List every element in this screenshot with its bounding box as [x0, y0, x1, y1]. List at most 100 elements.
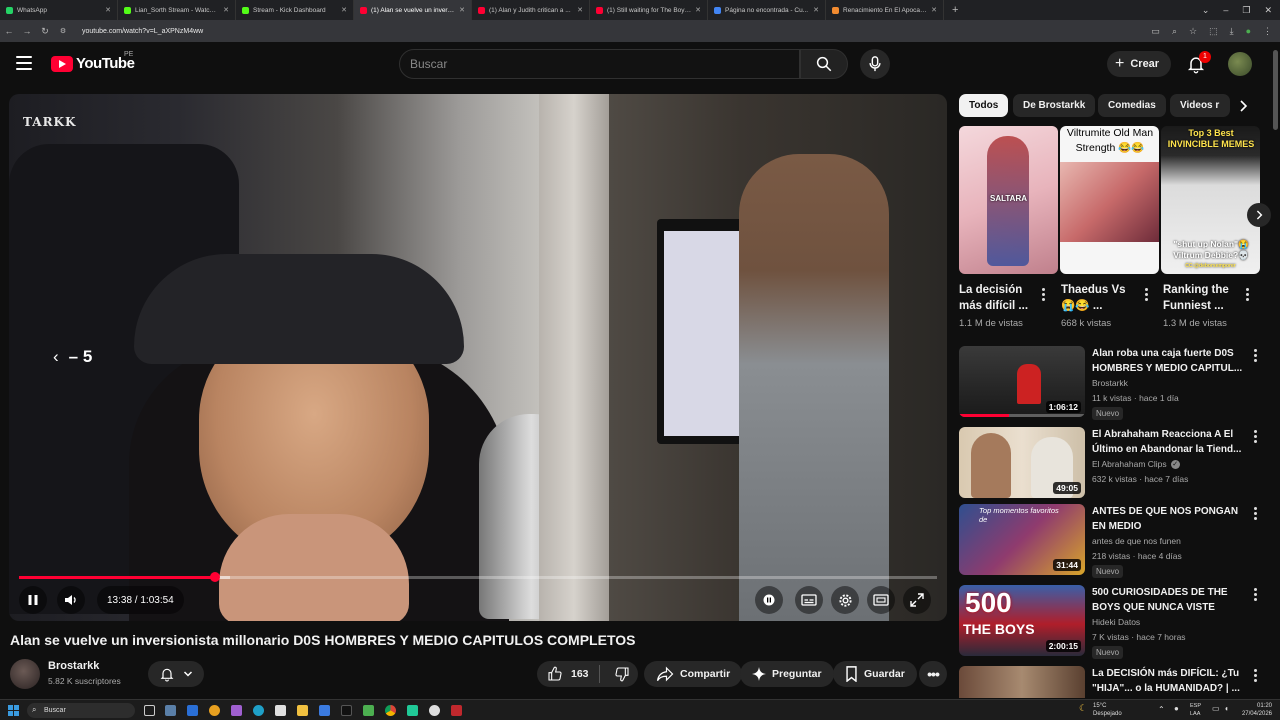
app-icon[interactable] — [209, 705, 220, 716]
channel-avatar[interactable] — [10, 659, 40, 689]
task-view-icon[interactable] — [144, 705, 155, 716]
video-thumbnail[interactable]: 49:05 — [959, 427, 1085, 498]
mute-button[interactable] — [57, 586, 85, 614]
video-thumbnail[interactable]: 1:06:12 — [959, 346, 1085, 417]
profile-icon[interactable]: ● — [1246, 26, 1251, 36]
tab-close-icon[interactable]: ✕ — [459, 6, 465, 14]
browser-tab[interactable]: Página no encontrada - Cu... ✕ — [708, 0, 826, 20]
share-button[interactable]: Compartir — [644, 661, 743, 687]
search-input[interactable]: Buscar — [399, 49, 800, 79]
browser-tab[interactable]: Lian_Sorth Stream - Watch Live... ✕ — [118, 0, 236, 20]
chip-comedias[interactable]: Comedias — [1098, 94, 1166, 117]
extensions-icon[interactable]: ⬚ — [1209, 26, 1218, 37]
video-thumbnail[interactable]: 500 THE BOYS 2:00:15 — [959, 585, 1085, 656]
search-button[interactable] — [800, 49, 848, 79]
short-title[interactable]: La decisión más difícil ... — [959, 282, 1035, 314]
subtitles-button[interactable] — [795, 586, 823, 614]
video-thumbnail[interactable] — [959, 666, 1085, 698]
video-title-link[interactable]: La DECISIÓN más DIFÍCIL: ¿Tu "HIJA"... o… — [1092, 666, 1244, 697]
like-button[interactable]: 163 — [537, 665, 600, 683]
video-player[interactable]: TARKK ‹ – 5 13:38 / 1:03:54 — [9, 94, 947, 621]
app-icon[interactable] — [231, 705, 242, 716]
channel-name[interactable]: Brostarkk — [48, 660, 99, 672]
video-menu-icon[interactable] — [1254, 507, 1258, 522]
bookmark-star-icon[interactable]: ☆ — [1189, 26, 1197, 37]
browser-tab[interactable]: Renacimiento En El Apocalipsis... ✕ — [826, 0, 944, 20]
network-icon[interactable]: ▭ — [1212, 704, 1220, 713]
url-field[interactable]: youtube.com/watch?v=L_aXPNzM4ww — [82, 28, 203, 35]
forward-icon[interactable]: → — [18, 26, 36, 36]
shorts-next-button[interactable] — [1247, 203, 1271, 227]
maximize-icon[interactable]: ❐ — [1242, 5, 1250, 16]
tab-close-icon[interactable]: ✕ — [577, 6, 583, 14]
page-scrollbar[interactable] — [1273, 50, 1278, 130]
fullscreen-button[interactable] — [903, 586, 931, 614]
tab-close-icon[interactable]: ✕ — [341, 6, 347, 14]
video-menu-icon[interactable] — [1254, 588, 1258, 603]
app-icon[interactable] — [407, 705, 418, 716]
file-explorer-icon[interactable] — [297, 705, 308, 716]
progress-bar[interactable] — [19, 572, 937, 582]
video-menu-icon[interactable] — [1254, 349, 1258, 364]
video-title-link[interactable]: 500 CURIOSIDADES DE THE BOYS QUE NUNCA V… — [1092, 585, 1244, 615]
tab-close-icon[interactable]: ✕ — [931, 6, 937, 14]
video-title-link[interactable]: El Abrahaham Reacciona A El Último en Ab… — [1092, 427, 1244, 457]
short-menu-icon[interactable] — [1145, 288, 1149, 303]
taskbar-search[interactable]: ⌕ Buscar — [27, 703, 135, 718]
short-thumbnail[interactable]: Top 3 Best INVINCIBLE MEMES "shut up Nol… — [1161, 126, 1260, 274]
app-icon[interactable] — [429, 705, 440, 716]
downloads-icon[interactable]: ⤓ — [1230, 26, 1234, 37]
dislike-button[interactable] — [606, 666, 638, 682]
guide-menu-icon[interactable] — [16, 56, 32, 70]
zoom-icon[interactable]: ⌕ — [1172, 26, 1177, 37]
app-icon[interactable] — [341, 705, 352, 716]
tab-search-icon[interactable]: ⌄ — [1202, 5, 1210, 16]
video-title-link[interactable]: ANTES DE QUE NOS PONGAN EN MEDIO — [1092, 504, 1244, 534]
ask-button[interactable]: Preguntar — [740, 661, 834, 687]
video-menu-icon[interactable] — [1254, 430, 1258, 445]
youtube-logo[interactable]: YouTube PE — [51, 51, 135, 72]
weather-widget[interactable]: ☾ 15°C Despejado — [1079, 702, 1122, 718]
video-title-link[interactable]: Alan roba una caja fuerte D0S HOMBRES Y … — [1092, 346, 1244, 376]
subscription-notifications-button[interactable] — [148, 661, 204, 687]
close-window-icon[interactable]: ✕ — [1264, 5, 1272, 16]
tab-close-icon[interactable]: ✕ — [105, 6, 111, 14]
app-icon[interactable] — [363, 705, 374, 716]
tray-chevron-icon[interactable]: ⌃ — [1158, 705, 1165, 714]
voice-search-button[interactable] — [860, 49, 890, 79]
chip-videos[interactable]: Videos r — [1170, 94, 1230, 117]
windows-start-icon[interactable] — [8, 705, 19, 716]
speaker-icon[interactable]: ◖ — [1224, 704, 1229, 713]
pause-button[interactable] — [19, 586, 47, 614]
chips-next-button[interactable] — [1232, 95, 1254, 117]
short-title[interactable]: Thaedus Vs 😭😂 ... — [1061, 282, 1137, 314]
widgets-icon[interactable] — [165, 705, 176, 716]
edge-browser-icon[interactable] — [253, 705, 264, 716]
tab-close-icon[interactable]: ✕ — [223, 6, 229, 14]
app-icon[interactable] — [451, 705, 462, 716]
theater-mode-button[interactable] — [867, 586, 895, 614]
video-channel[interactable]: antes de que nos funen — [1092, 535, 1181, 548]
new-tab-icon[interactable]: + — [952, 4, 958, 16]
cast-icon[interactable]: ▭ — [1151, 26, 1160, 37]
site-info-icon[interactable]: ⚙ — [54, 27, 72, 35]
clock[interactable]: 01:20 27/04/2026 — [1242, 702, 1272, 718]
short-thumbnail[interactable]: SALTARA — [959, 126, 1058, 274]
browser-tab[interactable]: WhatsApp ✕ — [0, 0, 118, 20]
short-thumbnail[interactable]: Viltrumite Old Man Strength 😂😂 — [1060, 126, 1159, 274]
chrome-icon[interactable] — [385, 705, 396, 716]
short-title[interactable]: Ranking the Funniest ... — [1163, 282, 1239, 314]
chip-todos[interactable]: Todos — [959, 94, 1009, 117]
browser-menu-icon[interactable]: ⋮ — [1263, 26, 1272, 37]
chip-de-brostarkk[interactable]: De Brostarkk — [1013, 94, 1096, 117]
video-thumbnail[interactable]: Top momentos favoritos de 31:44 — [959, 504, 1085, 575]
app-icon[interactable] — [187, 705, 198, 716]
tray-mic-icon[interactable]: ● — [1174, 704, 1179, 713]
video-menu-icon[interactable] — [1254, 669, 1258, 684]
progress-scrubber[interactable] — [209, 572, 220, 582]
tab-close-icon[interactable]: ✕ — [695, 6, 701, 14]
save-button[interactable]: Guardar — [833, 661, 917, 687]
short-menu-icon[interactable] — [1246, 288, 1250, 303]
browser-tab[interactable]: (1) Still waiting for The Boys S5... ✕ — [590, 0, 708, 20]
browser-tab[interactable]: Stream - Kick Dashboard ✕ — [236, 0, 354, 20]
